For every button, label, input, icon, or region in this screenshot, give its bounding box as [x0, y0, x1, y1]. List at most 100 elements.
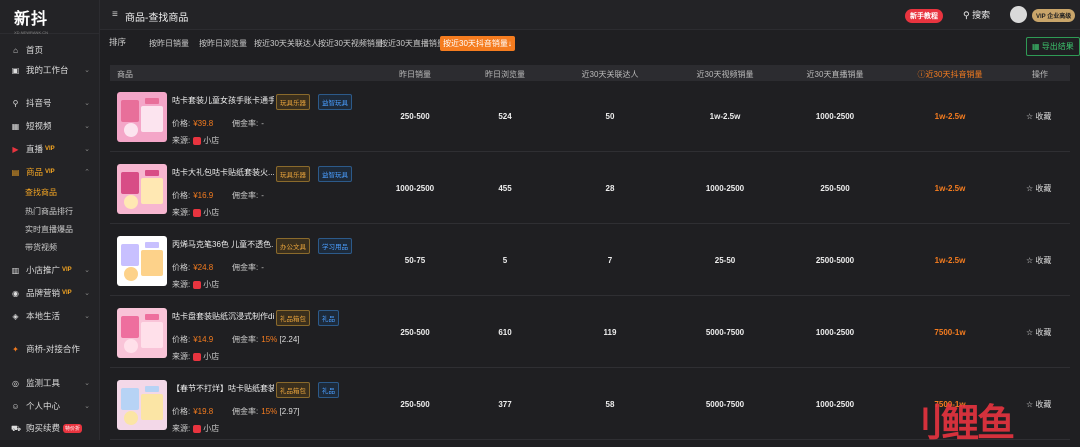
nav-label: 抖音号 — [26, 98, 52, 108]
product-title[interactable]: 丙烯马克笔36色 儿童不透色... — [172, 239, 274, 250]
col-30d-douyin-sales[interactable]: ⓘ近30天抖音销量 — [910, 69, 990, 80]
favorite-button[interactable]: ☆ 收藏 — [1026, 399, 1051, 410]
table-row[interactable]: 丙烯马克笔36色 儿童不透色... 办公文具 学习用品 价格: ¥24.8 佣金率… — [110, 226, 1070, 296]
chevron-down-icon: ⌄ — [84, 100, 90, 107]
product-title[interactable]: 咕卡盘套装贴纸沉浸式制作diy古... — [172, 311, 274, 322]
favorite-button[interactable]: ☆ 收藏 — [1026, 255, 1051, 266]
vip-tag: VIP — [62, 290, 72, 296]
nav-short-video[interactable]: ▦ 短视频 ⌄ — [0, 119, 100, 133]
sort-30d-video-sales[interactable]: 按近30天视频销量 — [315, 36, 386, 51]
nav-label: 小店推广 — [26, 265, 61, 275]
nav-personal[interactable]: ☺ 个人中心 ⌄ — [0, 399, 100, 413]
commission-label: 佣金率: — [232, 407, 259, 416]
vip-badge[interactable]: VIP 企业高级 — [1032, 9, 1076, 22]
source-label: 来源: — [172, 208, 191, 217]
export-button[interactable]: ▦ 导出结果 — [1026, 37, 1080, 56]
nav-goods[interactable]: ▤ 商品 VIP ⌃ — [0, 165, 100, 179]
nav-local[interactable]: ◈ 本地生活 ⌄ — [0, 309, 100, 323]
sort-yesterday-views[interactable]: 按昨日浏览量 — [196, 36, 250, 51]
product-thumbnail[interactable] — [117, 308, 167, 358]
product-title[interactable]: 咕卡大礼包咕卡贴纸套装火... — [172, 167, 274, 178]
nav-live-goods[interactable]: 实时直播爆品 — [0, 222, 100, 236]
commission-label: 佣金率: — [232, 119, 259, 128]
nav-shop-promo[interactable]: ▥ 小店推广 VIP ⌄ — [0, 263, 100, 277]
menu-icon[interactable]: ≡ — [112, 9, 118, 20]
col-30d-influencers[interactable]: 近30天关联达人 — [575, 69, 645, 80]
logo[interactable]: 新抖 XD.NEWRANK.CN — [0, 0, 99, 35]
table-row[interactable]: 咕卡盘套装贴纸沉浸式制作diy古... 礼品箱包 礼品 价格:¥14.9 佣金率… — [110, 298, 1070, 368]
novice-tutorial-button[interactable]: 新手教程 — [905, 9, 943, 23]
sort-30d-douyin-sales[interactable]: 按近30天抖音销量↓ — [440, 36, 515, 51]
category-tag: 礼品箱包 — [276, 310, 310, 326]
nav-bridge[interactable]: ✦ 商桥-对接合作 — [0, 342, 100, 356]
col-yesterday-views[interactable]: 昨日浏览量 — [475, 69, 535, 80]
col-30d-video-sales[interactable]: 近30天视频销量 — [690, 69, 760, 80]
nav-douyin[interactable]: ⚲ 抖音号 ⌄ — [0, 96, 100, 110]
favorite-button[interactable]: ☆ 收藏 — [1026, 183, 1051, 194]
nav-find-goods[interactable]: 查找商品 — [0, 185, 100, 199]
source-value: 小店 — [203, 352, 220, 361]
page-title: 商品-查找商品 — [125, 13, 189, 24]
sort-label: 排序 — [109, 37, 127, 47]
nav-video-goods[interactable]: 带货视频 — [0, 240, 100, 254]
yesterday-sales: 1000-2500 — [395, 184, 435, 193]
sort-30d-live-sales[interactable]: 按近30天直播销量 — [377, 36, 448, 51]
source-value: 小店 — [203, 424, 220, 433]
nav-home[interactable]: ⌂ 首页 — [0, 43, 100, 57]
source-label: 来源: — [172, 424, 191, 433]
sort-30d-influencers[interactable]: 按近30天关联达人 — [251, 36, 322, 51]
favorite-label: 收藏 — [1035, 112, 1052, 121]
product-image — [117, 164, 167, 214]
logo-subtitle: XD.NEWRANK.CN — [14, 30, 49, 35]
table-row[interactable]: 咕卡大礼包咕卡贴纸套装火... 玩具乐器 益智玩具 价格: ¥16.9 佣金率: -… — [110, 154, 1070, 224]
nav-label: 购买续费 — [26, 423, 61, 433]
nav-hot-rank[interactable]: 热门商品排行 — [0, 204, 100, 218]
info-icon: ⓘ — [917, 70, 926, 79]
col-30d-live-sales[interactable]: 近30天直播销量 — [800, 69, 870, 80]
sidebar: 新抖 XD.NEWRANK.CN ⌂ 首页 ▣ 我的工作台 ⌄ ⚲ 抖音号 ⌄ ▦ 短视频 ⌄… — [0, 0, 100, 440]
price-label: 价格: — [172, 263, 191, 272]
chevron-down-icon: ⌄ — [84, 123, 90, 130]
30d-influencers: 119 — [603, 328, 617, 337]
product-thumbnail[interactable] — [117, 380, 167, 430]
search-button[interactable]: ⚲ 搜索 — [963, 8, 990, 21]
favorite-button[interactable]: ☆ 收藏 — [1026, 327, 1051, 338]
yesterday-sales: 250-500 — [400, 400, 430, 409]
product-thumbnail[interactable] — [117, 164, 167, 214]
nav-workbench[interactable]: ▣ 我的工作台 ⌄ — [0, 63, 100, 77]
vip-tag: VIP — [62, 267, 72, 273]
product-title[interactable]: 咕卡套装儿童女孩手账卡通手... — [172, 95, 274, 106]
location-icon: ◈ — [12, 311, 19, 321]
nav-label: 监测工具 — [26, 378, 61, 388]
chevron-down-icon: ⌄ — [84, 146, 90, 153]
shop-icon — [193, 352, 202, 361]
brand-icon: ◉ — [12, 288, 19, 298]
shop-icon: ▥ — [11, 265, 20, 275]
nav-monitor[interactable]: ◎ 监测工具 ⌄ — [0, 376, 100, 390]
price: 价格: ¥16.9 — [172, 190, 213, 201]
commission: 佣金率: - — [232, 118, 264, 129]
favorite-button[interactable]: ☆ 收藏 — [1026, 111, 1051, 122]
shop-icon — [193, 280, 202, 289]
nav-renew[interactable]: ⛟ 购买续费 特价折 — [0, 421, 100, 435]
nav-brand[interactable]: ◉ 品牌营销 VIP ⌄ — [0, 286, 100, 300]
table-row[interactable]: 咕卡套装儿童女孩手账卡通手... 玩具乐器 益智玩具 价格: ¥39.8 佣金率:… — [110, 82, 1070, 152]
price-value: ¥14.9 — [193, 335, 214, 344]
product-thumbnail[interactable] — [117, 236, 167, 286]
excel-icon: ▦ — [1032, 42, 1042, 51]
product-thumbnail[interactable] — [117, 92, 167, 142]
cart-icon: ⛟ — [11, 423, 22, 433]
col-yesterday-sales[interactable]: 昨日销量 — [385, 69, 445, 80]
sort-yesterday-sales[interactable]: 按昨日销量 — [146, 36, 192, 51]
nav-label: 品牌营销 — [26, 288, 61, 298]
source-label: 来源: — [172, 352, 191, 361]
30d-video-sales: 5000-7500 — [705, 400, 745, 409]
product-image — [117, 92, 167, 142]
30d-influencers: 50 — [605, 112, 615, 121]
nav-live[interactable]: ▶ 直播 VIP ⌄ — [0, 142, 100, 156]
product-title[interactable]: 【春节不打烊】咕卡贴纸套装咕... — [172, 383, 274, 394]
product-image — [117, 308, 167, 358]
nav-label: 我的工作台 — [26, 65, 69, 75]
search-icon: ⚲ — [12, 98, 19, 108]
avatar[interactable] — [1010, 6, 1027, 23]
